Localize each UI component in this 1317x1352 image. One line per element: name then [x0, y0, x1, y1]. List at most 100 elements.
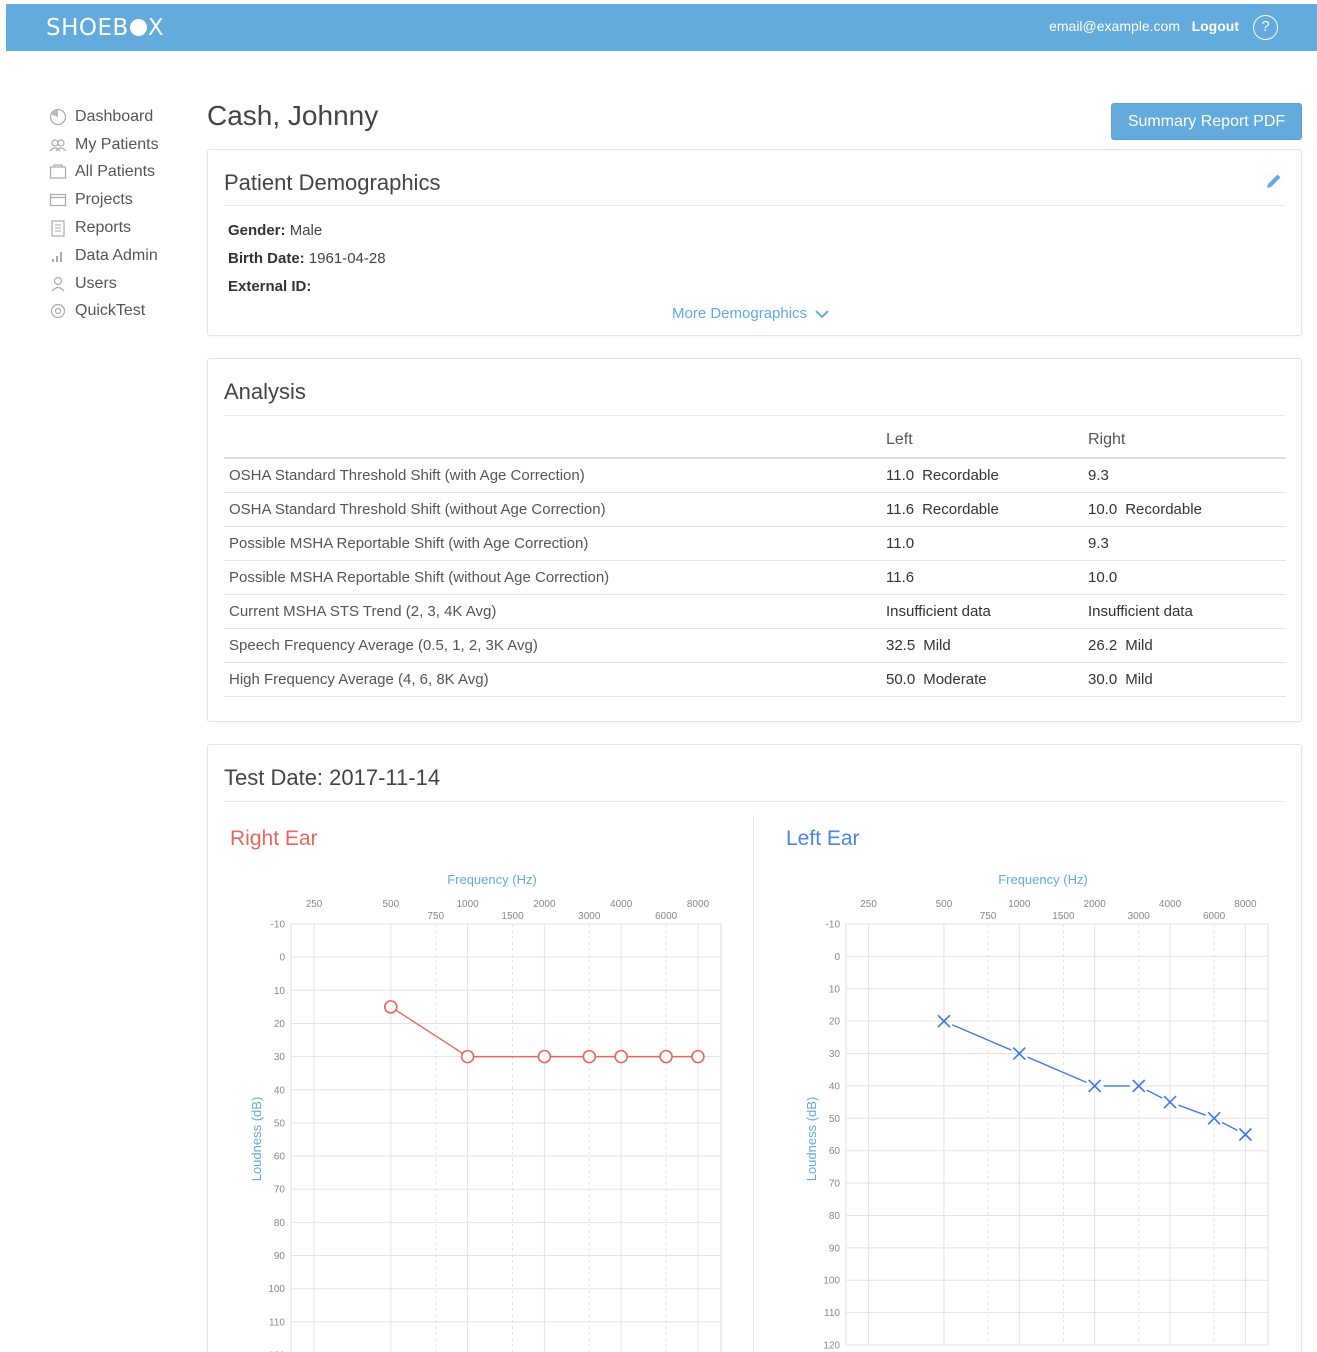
left-value: 11.6: [886, 500, 915, 518]
birth-date-row: Birth Date: 1961-04-28: [228, 250, 386, 267]
sidebar-item-users[interactable]: Users: [48, 270, 198, 298]
left-value-cell: 11.6: [886, 560, 1088, 595]
sidebar-item-all-patients[interactable]: All Patients: [48, 159, 198, 187]
left-value: 11.0: [886, 534, 915, 552]
data-point-circle: [384, 1000, 398, 1014]
y-tick-label: 70: [829, 1179, 841, 1190]
measure-label: Possible MSHA Reportable Shift (with Age…: [229, 534, 589, 552]
data-admin-icon: [48, 246, 68, 266]
sidebar-item-data-admin[interactable]: Data Admin: [48, 242, 198, 270]
edit-pencil-icon[interactable]: [1265, 172, 1283, 190]
user-email: email@example.com: [1049, 18, 1180, 34]
right-value: 9.3: [1088, 534, 1109, 552]
y-tick-label: 90: [829, 1243, 841, 1254]
right-note: Mild: [1125, 670, 1153, 688]
external-id-row: External ID:: [228, 278, 311, 295]
right-note: Mild: [1125, 636, 1153, 654]
gender-value: Male: [289, 222, 323, 239]
measure-label: High Frequency Average (4, 6, 8K Avg): [229, 670, 489, 688]
table-row: OSHA Standard Threshold Shift (without A…: [224, 492, 1286, 527]
x-tick-label: 1000: [1008, 899, 1031, 910]
x-axis-title: Frequency (Hz): [447, 872, 537, 887]
table-row: High Frequency Average (4, 6, 8K Avg) 50.…: [224, 662, 1286, 697]
right-value: Insufficient data: [1088, 602, 1193, 620]
x-tick-label: 250: [860, 899, 877, 910]
series-line-segment: [951, 1024, 1012, 1051]
right-value-cell: 9.3: [1088, 526, 1286, 561]
more-demographics-link[interactable]: More Demographics: [672, 305, 829, 322]
data-point-circle: [614, 1049, 628, 1064]
left-value-cell: 11.0: [886, 526, 1088, 561]
right-value-cell: Insufficient data: [1088, 594, 1286, 629]
users-icon: [48, 274, 68, 294]
sidebar-item-dashboard[interactable]: Dashboard: [48, 103, 198, 131]
sidebar-item-my-patients[interactable]: My Patients: [48, 131, 198, 159]
y-tick-label: 40: [829, 1081, 841, 1092]
sidebar-item-label: All Patients: [75, 163, 156, 181]
y-tick-label: 70: [274, 1185, 286, 1196]
x-minor-tick-label: 1500: [1052, 911, 1075, 922]
external-id-label: External ID:: [228, 278, 312, 295]
all-patients-icon: [48, 162, 68, 182]
dashboard-icon: [48, 107, 68, 127]
column-header-measure: [224, 423, 886, 459]
left-note: Mild: [923, 636, 951, 654]
demographics-title: Patient Demographics: [224, 170, 441, 195]
x-tick-label: 4000: [610, 899, 633, 910]
birth-date-value: 1961-04-28: [308, 250, 386, 267]
shoebox-logo[interactable]: SHOEB X: [46, 15, 164, 41]
x-tick-label: 2000: [533, 899, 556, 910]
plot-frame: [845, 923, 1269, 1346]
y-tick-label: -10: [271, 920, 286, 931]
y-tick-label: 50: [274, 1118, 286, 1129]
right-value: 9.3: [1088, 466, 1109, 484]
help-icon[interactable]: ?: [1253, 15, 1278, 40]
measure-cell: High Frequency Average (4, 6, 8K Avg): [224, 662, 886, 697]
table-row: Possible MSHA Reportable Shift (without …: [224, 560, 1286, 595]
y-tick-label: 100: [823, 1276, 840, 1287]
x-minor-tick-label: 6000: [655, 911, 678, 922]
y-tick-label: 100: [268, 1284, 285, 1295]
data-point-circle: [582, 1049, 597, 1064]
left-value-cell: 11.0 Recordable: [886, 458, 1088, 493]
y-tick-label: 20: [274, 1019, 286, 1030]
summary-report-pdf-button[interactable]: Summary Report PDF: [1111, 103, 1302, 140]
right-value-cell: 10.0 Recordable: [1088, 492, 1286, 527]
right-value: 30.0: [1088, 670, 1118, 688]
left-value-cell: 32.5 Mild: [886, 628, 1088, 663]
sidebar-item-label: Reports: [75, 219, 132, 237]
measure-cell: Possible MSHA Reportable Shift (without …: [224, 560, 886, 595]
y-tick-label: 60: [274, 1152, 286, 1163]
y-tick-label: 40: [274, 1085, 286, 1096]
test-date-card: Test Date: 2017-11-14 Right Ear Left Ear…: [207, 744, 1302, 1352]
measure-label: OSHA Standard Threshold Shift (with Age …: [229, 466, 585, 484]
left-value: 50.0: [886, 670, 916, 688]
x-minor-tick-label: 1500: [501, 911, 524, 922]
left-value: 11.0: [886, 466, 915, 484]
y-axis-title: Loudness (dB): [249, 1097, 264, 1182]
patient-name: Cash, Johnny: [207, 100, 379, 131]
left-value-cell: 50.0 Moderate: [886, 662, 1088, 697]
right-value-cell: 30.0 Mild: [1088, 662, 1286, 697]
divider: [224, 205, 1285, 206]
y-tick-label: 20: [829, 1017, 841, 1028]
analysis-table: Left Right OSHA Standard Threshold Shift…: [224, 423, 1286, 697]
series-line-segment: [1027, 1056, 1087, 1084]
sidebar-item-quicktest[interactable]: QuickTest: [48, 298, 198, 326]
x-minor-tick-label: 3000: [578, 911, 601, 922]
sidebar-item-projects[interactable]: Projects: [48, 186, 198, 214]
x-tick-label: 2000: [1084, 899, 1107, 910]
series-line-segment: [1178, 1104, 1206, 1116]
right-note: Recordable: [1125, 500, 1202, 518]
logout-link[interactable]: Logout: [1192, 18, 1239, 34]
y-tick-label: 60: [829, 1146, 841, 1157]
right-value-cell: 9.3: [1088, 458, 1286, 493]
table-header-row: Left Right: [224, 423, 1286, 459]
column-header-right: Right: [1088, 423, 1286, 459]
data-point-circle: [659, 1049, 673, 1064]
gender-row: Gender: Male: [228, 222, 322, 239]
sidebar-item-reports[interactable]: Reports: [48, 214, 198, 242]
x-tick-label: 4000: [1159, 899, 1182, 910]
y-tick-label: 10: [274, 986, 286, 997]
x-tick-label: 250: [306, 899, 323, 910]
